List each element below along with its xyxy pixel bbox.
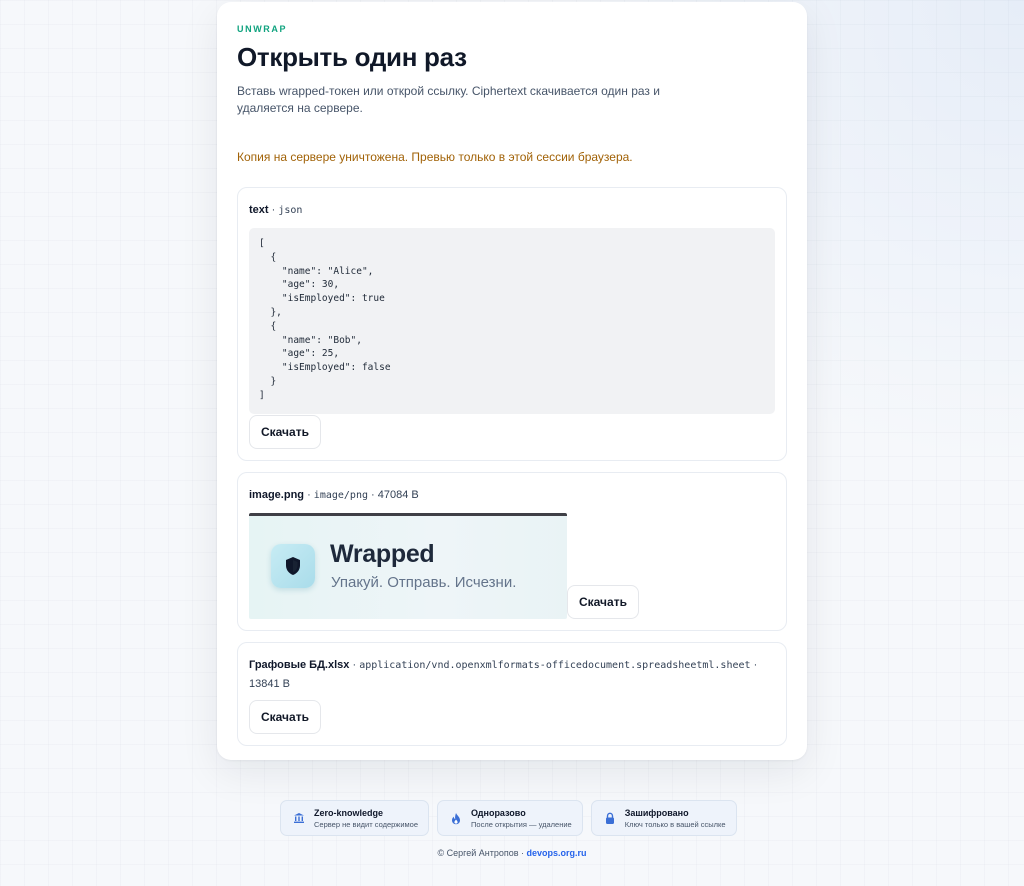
- download-button-image[interactable]: Скачать: [567, 585, 639, 619]
- badge-subtitle: После открытия — удаление: [471, 819, 572, 829]
- payload-item-text: text · json [ { "name": "Alice", "age": …: [237, 187, 787, 461]
- item-type: json: [278, 205, 303, 216]
- badge-title: Одноразово: [471, 807, 526, 818]
- item-name: text: [249, 204, 269, 216]
- lock-icon: [600, 812, 620, 825]
- meta-separator: ·: [750, 659, 758, 671]
- item-size: 47084 B: [377, 489, 419, 501]
- page-subtitle: Вставь wrapped-токен или открой ссылку. …: [237, 84, 660, 115]
- item-name: image.png: [249, 489, 305, 501]
- meta-separator: ·: [268, 204, 279, 216]
- badge-one-time: Одноразово После открытия — удаление: [437, 800, 583, 836]
- bank-icon: [289, 812, 309, 824]
- unwrap-card: UNWRAP Открыть один раз Вставь wrapped-т…: [217, 2, 807, 760]
- flame-icon: [446, 812, 466, 825]
- badge-title: Zero-knowledge: [314, 807, 384, 818]
- author-link[interactable]: devops.org.ru: [527, 848, 587, 858]
- badge-zero-knowledge: Zero-knowledge Сервер не видит содержимо…: [280, 800, 430, 836]
- meta-separator: ·: [304, 489, 314, 501]
- shield-icon: [271, 544, 315, 588]
- meta-separator: ·: [367, 489, 378, 501]
- text-preview: [ { "name": "Alice", "age": 30, "isEmplo…: [249, 228, 775, 414]
- item-meta: image.png · image/png · 47084 B: [249, 486, 775, 505]
- destroyed-notice: Копия на сервере уничтожена. Превью толь…: [237, 150, 633, 164]
- download-button-text[interactable]: Скачать: [249, 415, 321, 449]
- copyright-text: © Сергей Антропов ·: [437, 848, 527, 858]
- item-name: Графовые БД.xlsx: [249, 659, 350, 671]
- image-preview: Wrapped Упакуй. Отправь. Исчезни.: [249, 513, 567, 619]
- preview-subtitle: Упакуй. Отправь. Исчезни.: [331, 574, 517, 591]
- meta-separator: ·: [349, 659, 360, 671]
- page-title: Открыть один раз: [237, 42, 467, 72]
- footer-credit: © Сергей Антропов · devops.org.ru: [0, 848, 1024, 858]
- item-size: 13841 B: [249, 678, 290, 690]
- preview-title: Wrapped: [330, 540, 435, 568]
- payload-item-xlsx: Графовые БД.xlsx · application/vnd.openx…: [237, 642, 787, 746]
- download-button-xlsx[interactable]: Скачать: [249, 700, 321, 734]
- eyebrow-label: UNWRAP: [237, 24, 288, 34]
- item-meta: text · json: [249, 201, 775, 220]
- badge-subtitle: Сервер не видит содержимое: [314, 819, 419, 829]
- badge-encrypted: Зашифровано Ключ только в вашей ссылке: [590, 800, 737, 836]
- item-type: application/vnd.openxmlformats-officedoc…: [359, 660, 751, 671]
- feature-badges: Zero-knowledge Сервер не видит содержимо…: [280, 800, 737, 836]
- badge-subtitle: Ключ только в вашей ссылке: [624, 819, 726, 829]
- badge-title: Зашифровано: [624, 807, 689, 818]
- payload-item-image: image.png · image/png · 47084 B Wrapped …: [237, 472, 787, 631]
- item-type: image/png: [313, 490, 368, 501]
- item-meta: Графовые БД.xlsx · application/vnd.openx…: [249, 656, 775, 693]
